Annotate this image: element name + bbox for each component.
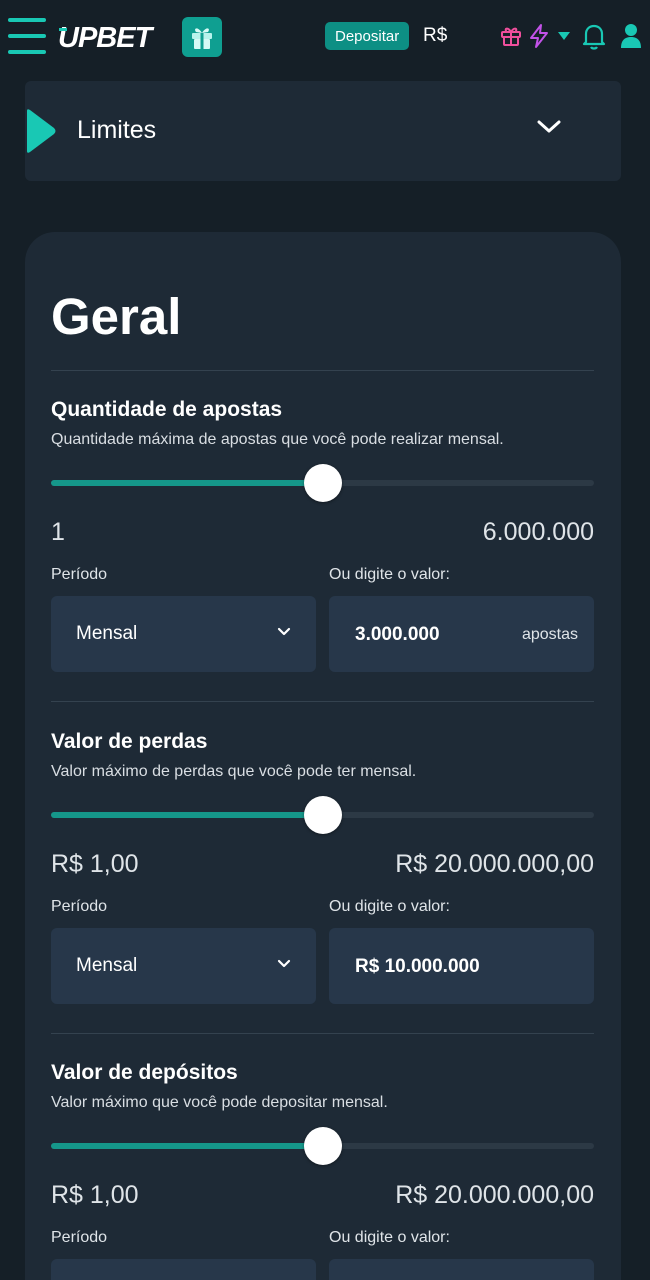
balance-currency[interactable]: R$ xyxy=(423,25,447,47)
bet-count-slider[interactable] xyxy=(51,464,594,502)
loss-amount-input[interactable]: R$ 10.000.000 xyxy=(329,928,594,1004)
slider-thumb[interactable] xyxy=(303,464,342,502)
bet-count-input[interactable]: 3.000.000 apostas xyxy=(329,596,594,672)
upbet-logo[interactable]: UPBET xyxy=(56,18,170,58)
period-select[interactable]: Mensal xyxy=(51,596,316,672)
section-title: Valor de depósitos xyxy=(51,1061,238,1084)
deposit-button[interactable]: Depositar xyxy=(325,22,410,50)
input-unit: apostas xyxy=(521,626,578,643)
slider-fill xyxy=(51,1143,323,1149)
period-select[interactable]: Mensal xyxy=(51,928,316,1004)
divider xyxy=(51,1033,594,1034)
loss-amount-slider[interactable] xyxy=(51,796,594,834)
slider-thumb[interactable] xyxy=(303,1127,342,1165)
input-label: Ou digite o valor: xyxy=(329,898,450,915)
bell-icon[interactable] xyxy=(581,22,607,50)
section-description: Valor máximo de perdas que você pode ter… xyxy=(51,763,417,780)
divider xyxy=(51,701,594,702)
chevron-down-icon xyxy=(277,627,291,636)
caret-down-icon[interactable] xyxy=(553,22,575,50)
limits-title: Limites xyxy=(77,116,157,144)
period-value: Mensal xyxy=(76,623,138,644)
input-label: Ou digite o valor: xyxy=(329,566,450,583)
logo-text: UPBET xyxy=(58,22,155,54)
gift-icon[interactable] xyxy=(182,17,222,57)
range-min-label: R$ 1,00 xyxy=(51,850,139,878)
section-title: Valor de perdas xyxy=(51,730,208,753)
chevron-down-icon xyxy=(277,959,291,968)
range-max-label: 6.000.000 xyxy=(482,518,594,546)
range-min-label: 1 xyxy=(51,518,65,546)
period-select[interactable] xyxy=(51,1259,316,1280)
limits-accordion[interactable]: Limites xyxy=(25,81,621,181)
lightning-icon[interactable] xyxy=(526,22,552,50)
user-icon[interactable] xyxy=(618,22,644,50)
deposit-amount-slider[interactable] xyxy=(51,1127,594,1165)
period-value: Mensal xyxy=(76,955,138,976)
menu-icon[interactable] xyxy=(8,16,46,56)
period-label: Período xyxy=(51,1229,108,1246)
gift-icon[interactable] xyxy=(498,22,524,50)
input-label: Ou digite o valor: xyxy=(329,1229,450,1246)
deposit-amount-input[interactable] xyxy=(329,1259,594,1280)
section-description: Valor máximo que você pode depositar men… xyxy=(51,1094,388,1111)
range-min-label: R$ 1,00 xyxy=(51,1181,139,1209)
slider-fill xyxy=(51,812,323,818)
range-max-label: R$ 20.000.000,00 xyxy=(395,1181,594,1209)
divider xyxy=(51,370,594,371)
period-label: Período xyxy=(51,898,108,915)
slider-thumb[interactable] xyxy=(303,796,342,834)
section-title: Quantidade de apostas xyxy=(51,398,283,421)
top-bar: UPBET Depositar R$ xyxy=(0,0,650,74)
slider-fill xyxy=(51,480,323,486)
input-value: R$ 10.000.000 xyxy=(355,956,480,977)
play-triangle-icon xyxy=(27,109,56,153)
range-max-label: R$ 20.000.000,00 xyxy=(395,850,594,878)
input-value: 3.000.000 xyxy=(355,624,440,645)
period-label: Período xyxy=(51,566,108,583)
card-title: Geral xyxy=(51,288,182,345)
general-limits-card: Geral Quantidade de apostas Quantidade m… xyxy=(25,232,621,1280)
chevron-down-icon[interactable] xyxy=(537,119,561,135)
section-description: Quantidade máxima de apostas que você po… xyxy=(51,431,504,448)
